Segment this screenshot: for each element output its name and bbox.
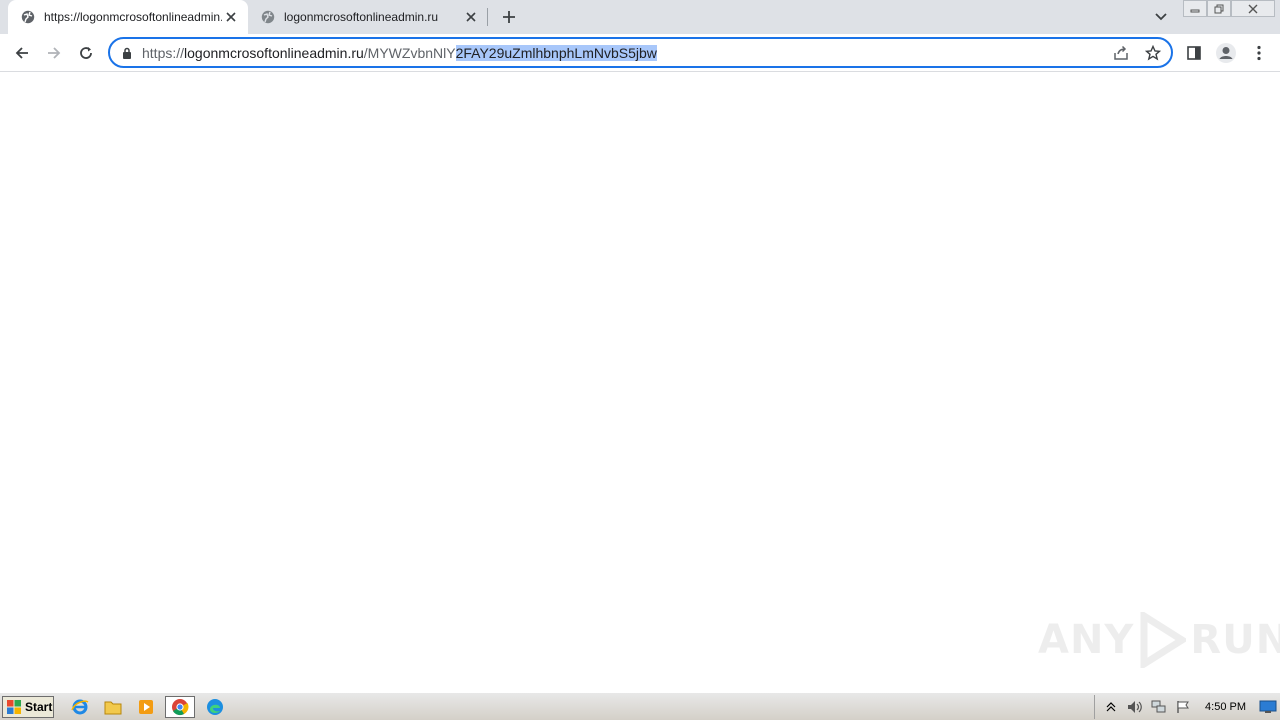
speaker-icon <box>1128 701 1142 713</box>
restore-button[interactable] <box>1207 0 1231 17</box>
close-icon[interactable] <box>222 8 240 26</box>
close-icon <box>1248 4 1258 13</box>
page-content <box>0 72 1280 692</box>
close-window-button[interactable] <box>1231 0 1275 17</box>
browser-toolbar: https://logonmcrosoftonlineadmin.ru/MYWZ… <box>0 34 1280 72</box>
desktop-icon <box>1259 700 1277 713</box>
reload-button[interactable] <box>73 40 99 66</box>
system-tray: 4:50 PM <box>1094 695 1280 719</box>
start-button[interactable]: Start <box>2 696 54 718</box>
media-player-taskbar-button[interactable] <box>135 697 157 717</box>
tab-strip: https://logonmcrosoftonlineadmin.ru/ log… <box>0 0 1280 34</box>
explorer-taskbar-button[interactable] <box>102 697 124 717</box>
side-panel-icon <box>1187 46 1201 60</box>
show-desktop-button[interactable] <box>1258 698 1278 716</box>
tab-title: logonmcrosoftonlineadmin.ru <box>284 10 439 24</box>
reload-icon <box>80 47 92 59</box>
url-path: /MYWZvbnNlY <box>363 44 456 61</box>
tab-active[interactable]: https://logonmcrosoftonlineadmin.ru/ <box>8 0 248 34</box>
flag-icon <box>1177 701 1189 713</box>
arrow-right-icon <box>48 47 61 59</box>
folder-icon <box>104 701 122 715</box>
minimize-button[interactable] <box>1183 0 1207 17</box>
close-icon[interactable] <box>462 8 480 26</box>
menu-button[interactable] <box>1246 40 1272 66</box>
watermark-left: ANY <box>1038 617 1135 663</box>
network-icon <box>1151 700 1166 713</box>
lock-icon[interactable] <box>120 46 134 60</box>
side-panel-button[interactable] <box>1181 40 1207 66</box>
back-button[interactable] <box>9 40 35 66</box>
globe-icon <box>260 9 276 25</box>
tab-divider <box>487 8 488 26</box>
globe-icon <box>20 9 36 25</box>
share-icon <box>1114 45 1128 60</box>
bookmark-button[interactable] <box>1141 42 1165 64</box>
edge-taskbar-button[interactable] <box>204 697 226 717</box>
url-selection: 2FAY29uZmlhbnphLmNvbS5jbw <box>455 44 657 61</box>
chevron-down-icon <box>1155 13 1167 21</box>
forward-button[interactable] <box>41 40 67 66</box>
internet-explorer-icon <box>71 699 89 715</box>
show-hidden-icons-button[interactable] <box>1101 698 1121 716</box>
share-button[interactable] <box>1109 42 1133 64</box>
plus-icon <box>503 11 515 23</box>
address-bar[interactable]: https://logonmcrosoftonlineadmin.ru/MYWZ… <box>108 37 1173 68</box>
os-taskbar: Start 4:50 PM <box>0 692 1280 720</box>
restore-icon <box>1214 4 1224 13</box>
url-text[interactable]: https://logonmcrosoftonlineadmin.ru/MYWZ… <box>142 44 657 61</box>
chevron-up-icon <box>1106 702 1116 712</box>
ie-taskbar-button[interactable] <box>69 697 91 717</box>
volume-tray-icon[interactable] <box>1125 698 1145 716</box>
chrome-taskbar-button[interactable] <box>165 696 195 718</box>
edge-icon <box>207 699 223 715</box>
url-host: logonmcrosoftonlineadmin.ru <box>184 44 364 61</box>
new-tab-button[interactable] <box>499 7 519 27</box>
action-center-tray-icon[interactable] <box>1173 698 1193 716</box>
minimize-icon <box>1190 9 1200 12</box>
watermark-right: RUN <box>1190 617 1280 663</box>
taskbar-clock[interactable]: 4:50 PM <box>1205 701 1246 713</box>
network-tray-icon[interactable] <box>1149 698 1169 716</box>
tab-title: https://logonmcrosoftonlineadmin.ru/ <box>44 10 222 24</box>
tab-inactive[interactable]: logonmcrosoftonlineadmin.ru <box>248 0 488 34</box>
arrow-left-icon <box>15 47 28 59</box>
url-scheme: https:// <box>142 44 185 61</box>
star-icon <box>1145 45 1161 61</box>
avatar-icon <box>1216 43 1236 63</box>
chrome-icon <box>172 699 189 716</box>
start-label: Start <box>25 700 53 714</box>
tab-search-button[interactable] <box>1151 7 1171 27</box>
play-icon <box>1140 612 1187 668</box>
kebab-menu-icon <box>1257 45 1261 61</box>
watermark-logo: ANY RUN <box>1038 610 1280 670</box>
window-controls <box>1183 0 1275 18</box>
profile-button[interactable] <box>1213 40 1239 66</box>
windows-logo-icon <box>7 700 21 714</box>
media-player-icon <box>139 700 153 714</box>
